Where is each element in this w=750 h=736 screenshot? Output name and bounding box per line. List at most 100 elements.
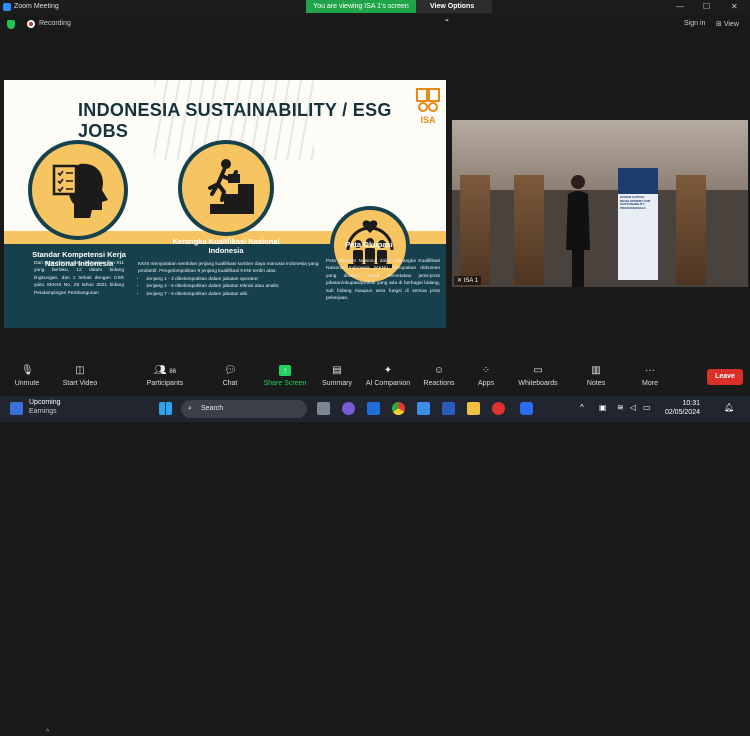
whiteboard-icon: ▭ xyxy=(533,365,543,376)
notification-bell-icon[interactable]: 🔔︎ xyxy=(724,403,734,412)
recording-icon xyxy=(27,20,35,28)
task-view-icon[interactable] xyxy=(317,402,330,415)
shared-screen-slide: INDONESIA SUSTAINABILITY / ESG JOBS ISA xyxy=(4,80,446,328)
participant-name-label: ✕ ISA 1 xyxy=(454,276,482,285)
list-item: Jenjang 1 - 3 dikelompokkan dalam jabata… xyxy=(146,276,320,283)
col1-body: Dari 1108 SKKNI yang ditetapkan dan 911 … xyxy=(34,261,124,296)
viewing-banner: You are viewing ISA 1's screen View Opti… xyxy=(306,0,492,23)
clock[interactable]: 10:31 02/05/2024 xyxy=(664,399,700,417)
reactions-button[interactable]: ☺ Reactions xyxy=(421,365,457,387)
participant-name: ISA 1 xyxy=(463,278,479,284)
list-item: Jenjang 4 - 6 dikelompokkan dalam jabata… xyxy=(146,283,320,290)
start-video-label: Start Video xyxy=(62,380,98,387)
chevron-up-icon[interactable]: ^ xyxy=(580,403,584,412)
col2-title: Kerangka Kualifikasi Nasional Indonesia xyxy=(172,237,280,256)
participants-label: Participants xyxy=(146,380,184,387)
speaker-video[interactable]: HUMAN CAPITAL DEVELOPMENT FOR SUSTAINABI… xyxy=(452,120,748,287)
head-checklist-icon xyxy=(52,163,108,218)
notes-icon: ▥ xyxy=(591,365,601,376)
more-button[interactable]: ··· More xyxy=(638,365,662,387)
minimize-icon[interactable]: — xyxy=(676,2,684,11)
share-screen-label: Share Screen xyxy=(263,380,307,387)
shield-icon[interactable] xyxy=(7,20,15,29)
notes-button[interactable]: ▥ Notes xyxy=(584,365,608,387)
sign-in-button[interactable]: Sign in xyxy=(684,20,705,27)
speaker-person xyxy=(566,175,590,287)
meeting-toolbar: 🎙︎ Unmute ^ ◫ Start Video 👥︎ 86 Particip… xyxy=(0,363,750,736)
audio-options-caret[interactable]: ^ xyxy=(46,729,49,736)
windows-start-icon[interactable] xyxy=(159,402,172,415)
participants-button[interactable]: 👥︎ 86 Participants xyxy=(143,365,187,387)
word-icon[interactable] xyxy=(442,402,455,415)
apps-button[interactable]: ⁘ Apps xyxy=(475,365,497,387)
ai-companion-button[interactable]: ✦ AI Companion xyxy=(364,365,412,387)
taskbar-search-box[interactable]: ⌕ Search xyxy=(181,400,307,418)
mic-muted-icon: ✕ xyxy=(457,278,463,284)
view-label: View xyxy=(723,21,739,28)
col3-body: Peta Okupasi Nasional dalam Kerangka Kua… xyxy=(326,259,440,302)
chrome-icon[interactable] xyxy=(392,402,405,415)
summary-icon: ▤ xyxy=(332,365,342,376)
maximize-icon[interactable]: ☐ xyxy=(703,2,710,11)
sparkle-icon: ✦ xyxy=(383,365,393,376)
share-screen-icon: ↑ xyxy=(279,365,291,376)
viewing-message: You are viewing ISA 1's screen xyxy=(306,0,416,13)
teams-icon[interactable] xyxy=(342,402,355,415)
whiteboards-button[interactable]: ▭ Whiteboards xyxy=(515,365,561,387)
unmute-button[interactable]: 🎙︎ Unmute xyxy=(12,365,42,387)
col2-body-block: KKNI menyatakan sembilan jenjang kualifi… xyxy=(138,261,320,298)
isa-logo-text: ISA xyxy=(420,115,436,125)
widget-subtitle: Earnings xyxy=(29,407,57,415)
list-item: Jenjang 7 - 9 dikelompokkan dalam jabata… xyxy=(146,291,320,298)
col3-title: Peta Okupasi xyxy=(345,240,393,249)
chat-button[interactable]: 💬︎ Chat xyxy=(218,365,242,387)
apps-icon: ⁘ xyxy=(481,365,491,376)
video-wood-panel xyxy=(676,175,706,285)
search-placeholder: Search xyxy=(201,405,224,412)
notes-label: Notes xyxy=(586,380,606,387)
stocks-widget-icon[interactable] xyxy=(10,402,23,415)
summary-button[interactable]: ▤ Summary xyxy=(319,365,355,387)
clock-time: 10:31 xyxy=(682,400,700,407)
widgets-button[interactable]: Upcoming Earnings xyxy=(29,399,61,417)
widget-title: Upcoming xyxy=(29,399,61,406)
isa-logo-icon: ISA xyxy=(416,88,440,125)
battery-icon[interactable]: ▭ xyxy=(643,403,651,412)
event-banner-text: HUMAN CAPITAL DEVELOPMENT FOR SUSTAINABI… xyxy=(620,195,651,210)
video-off-icon: ◫ xyxy=(75,365,85,376)
video-wood-panel xyxy=(514,175,544,285)
wifi-icon[interactable]: ≋ xyxy=(617,403,624,412)
start-video-button[interactable]: ◫ Start Video xyxy=(60,365,100,387)
view-options-button[interactable]: View Options ⌄ xyxy=(416,0,492,23)
more-icon: ··· xyxy=(645,365,655,376)
edge-icon[interactable] xyxy=(417,402,430,415)
leave-button[interactable]: Leave xyxy=(707,369,743,385)
event-banner: HUMAN CAPITAL DEVELOPMENT FOR SUSTAINABI… xyxy=(618,168,658,280)
speaker-icon[interactable]: ◁ xyxy=(630,403,636,412)
chat-label: Chat xyxy=(222,380,238,387)
window-title: Zoom Meeting xyxy=(14,3,59,10)
col2-bullet-list: Jenjang 1 - 3 dikelompokkan dalam jabata… xyxy=(138,276,320,298)
apps-label: Apps xyxy=(478,380,494,387)
view-button[interactable]: ⊞ View xyxy=(716,20,739,28)
file-explorer-icon[interactable] xyxy=(467,402,480,415)
tray-app-icon[interactable]: ▣ xyxy=(599,403,607,412)
search-icon: ⌕ xyxy=(188,405,192,412)
participants-count: 86 xyxy=(169,369,177,375)
unmute-label: Unmute xyxy=(14,380,40,387)
summary-label: Summary xyxy=(322,380,352,387)
share-screen-button[interactable]: ↑ Share Screen xyxy=(262,365,308,387)
mic-off-icon: 🎙︎ xyxy=(21,365,34,376)
grid-icon: ⊞ xyxy=(716,21,722,28)
close-icon[interactable]: ✕ xyxy=(731,2,738,11)
participants-icon: 👥︎ 86 xyxy=(153,365,177,376)
climbing-stairs-icon xyxy=(196,159,254,214)
mail-icon[interactable] xyxy=(367,402,380,415)
slide-title: INDONESIA SUSTAINABILITY / ESG JOBS xyxy=(78,100,392,141)
opera-icon[interactable] xyxy=(492,402,505,415)
zoom-taskbar-icon[interactable] xyxy=(520,402,533,415)
competency-circle xyxy=(28,140,128,240)
ai-companion-label: AI Companion xyxy=(365,380,411,387)
view-options-label: View Options xyxy=(430,3,475,10)
meeting-top-bar: Recording Sign in ⊞ View xyxy=(0,15,750,33)
